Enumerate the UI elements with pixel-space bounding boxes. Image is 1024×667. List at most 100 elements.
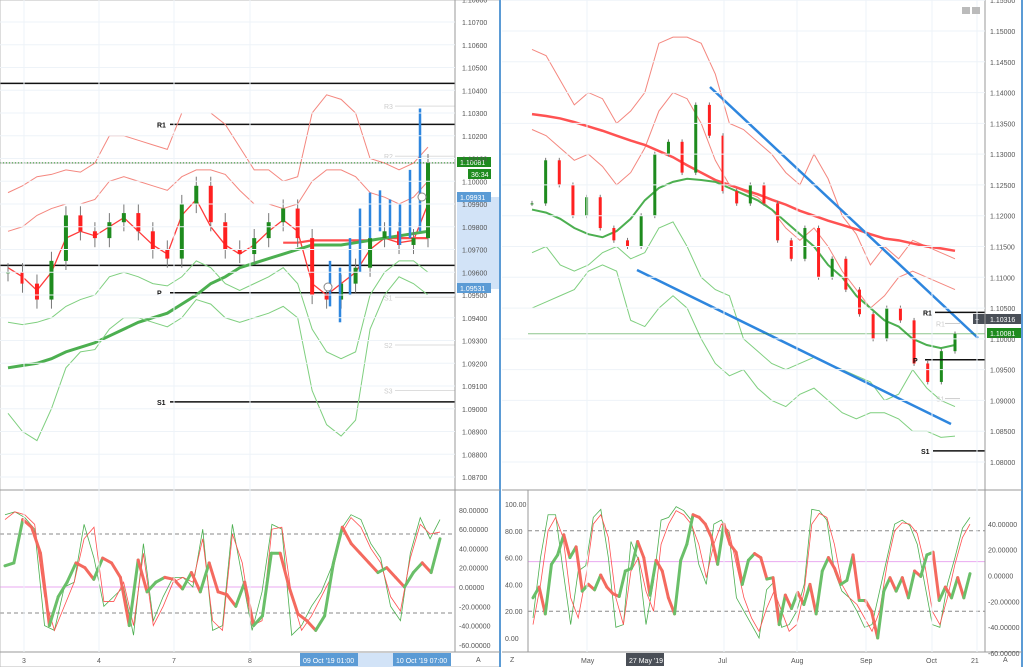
oscillator-segment [759,556,769,581]
time-tick-label: Sep [860,658,873,665]
trading-chart-workspace[interactable]: R1PS1R3R2S1S2S31.1008136:341.099311.0953… [0,0,1024,667]
oscillator-tick-label: -60.00000 [459,643,491,650]
candle [639,215,643,247]
oscillator-segment [783,593,794,611]
time-tick-label: Oct [926,658,937,665]
oscillator-segment [648,558,658,597]
oscillator-segment [340,525,353,546]
candle [885,308,889,339]
candle [107,222,112,239]
candle [165,249,170,259]
candle [368,238,373,268]
collapse-icon[interactable] [962,7,970,14]
oscillator-segment [287,585,300,616]
candle [63,215,68,261]
oscillator-segment [931,550,941,602]
pivot-level-label: P [157,291,162,298]
candle [953,333,957,352]
candle [179,204,184,259]
price-tick-label: 1.10000 [462,179,487,186]
oscillator-segment [716,522,726,566]
price-tick-label: 1.09000 [462,407,487,414]
oscillator-segment [888,576,898,593]
upper-band-outer-line [7,94,429,194]
candle [411,238,416,245]
candle [571,184,575,216]
pivot-level-label: R1 [923,310,932,317]
oscillator-tick-label: 80.00 [505,529,523,536]
candle [898,308,902,321]
candle [194,185,199,204]
candle [544,160,548,204]
marker-circle [323,282,333,292]
maximize-icon[interactable] [972,7,980,14]
price-tick-label: 1.10200 [462,134,487,141]
pivot-level-label: S1 [157,400,166,407]
price-tick-label: 1.09400 [462,316,487,323]
oscillator-segment [331,525,344,565]
price-tick-label: 1.09900 [462,202,487,209]
oscillator-segment [234,580,247,608]
oscillator-segment [402,571,415,589]
price-tick-label: 1.08800 [462,452,487,459]
oscillator-segment [956,576,966,600]
oscillator-segment [110,561,122,579]
time-tick-label: 3 [22,658,26,665]
zoom-button[interactable]: Z [510,657,515,664]
price-tick-label: 1.09500 [462,293,487,300]
candle [707,104,711,136]
price-tick-label: 1.09600 [462,270,487,277]
candle [353,267,358,284]
time-tick-label: Aug [791,658,804,665]
oscillator-segment [243,580,256,628]
axes: 1.10800 1.10700 1.10600 1.10500 1.10400 1.103… [0,0,1023,667]
oscillator-segment [636,540,646,560]
trendline[interactable] [709,86,979,339]
candle [150,231,155,250]
auto-scale-button[interactable]: A [476,657,481,664]
oscillator-tick-label: -20.00000 [459,604,491,611]
oscillator-segment [950,576,960,600]
oscillator-segment [900,576,910,600]
faint-level-label: R2 [384,154,393,161]
crosshair-time-label: 27 May '19 [629,658,663,665]
price-tick-label: 1.10600 [462,43,487,50]
oscillator-segment [127,558,140,628]
oscillator-segment [385,566,398,579]
price-tick-label: 1.09200 [462,361,487,368]
pivot-level-label: P [913,358,918,365]
oscillator-tick-label: 40.00000 [988,522,1017,529]
price-tick-label: 1.09000 [990,398,1015,405]
candle [530,203,534,205]
oscillator-tick-label: -60.00000 [988,651,1020,658]
oscillator-segment [349,542,362,555]
lower-band-inner-line [531,221,956,408]
oscillator-segment [679,542,689,562]
faint-level-label: R3 [384,104,393,111]
candle [612,228,616,241]
oscillator-segment [543,562,553,616]
oscillator-segment [685,513,695,546]
candle [748,184,752,204]
oscillator-segment [740,558,750,586]
lower-band-inner-line [7,260,429,360]
candle [844,258,848,290]
price-tick-label: 1.10100 [462,157,487,164]
oscillator-segment [420,561,433,575]
price-tick-label: 1.10700 [462,20,487,27]
faint-level-label: S2 [384,343,393,350]
oscillator-segment [323,561,335,618]
left-oscillator-pane[interactable] [0,511,455,637]
oscillator-segment [376,566,389,575]
oscillator-segment [906,569,917,600]
candle [817,228,821,278]
price-tick-label: 1.10000 [990,337,1015,344]
price-tick-label: 1.12000 [990,214,1015,221]
oscillator-segment [593,573,603,592]
oscillator-segment [260,551,273,618]
auto-scale-button[interactable]: A [1003,657,1008,664]
right-oscillator-pane[interactable] [528,506,985,640]
price-tick-label: 1.09500 [990,368,1015,375]
oscillator-tick-label: 40.00000 [459,546,488,553]
candle [557,160,561,185]
